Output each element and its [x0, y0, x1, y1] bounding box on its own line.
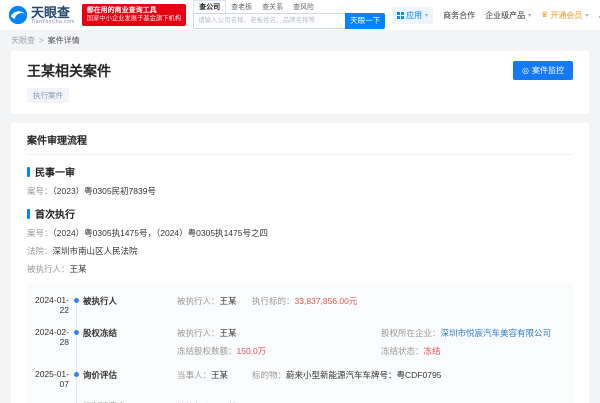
nav-apps-label: 应用	[406, 10, 423, 20]
timeline-event-equity-freeze: 2024-02-28 股权冻结 被执行人：王某 冻结股权数额：150.0万 股权…	[27, 321, 573, 363]
timeline-dot-icon	[73, 372, 79, 377]
search-tab-risk[interactable]: 查风险	[288, 1, 319, 13]
promo-line2: 国家中小企业发展子基金旗下机构	[86, 15, 182, 23]
promo-line1: 都在用的商业查询工具	[86, 6, 157, 14]
apps-grid-icon	[397, 11, 405, 19]
event-date: 2024-01-22	[34, 295, 69, 315]
timeline-event-price-inquiry: 2025-01-07 询价评估 当事人：王某 标的物：蔚来小型新能源汽车车牌号：…	[27, 363, 573, 395]
nav-apps[interactable]: 应用	[392, 6, 434, 24]
section-title: 案件审理流程	[27, 132, 573, 155]
execution-amount: 33,837,856.00元	[294, 296, 358, 306]
event-fields-left: 被执行人：王某	[177, 296, 237, 306]
case-header-card: 王某相关案件 ◎ 案件监控 执行案件	[11, 51, 589, 114]
monitor-target-icon: ◎	[522, 65, 529, 75]
nav-enterprise-label: 企业级产品	[485, 10, 526, 20]
tianyancha-logo[interactable]: 天眼查 TianYanCha.com	[8, 5, 75, 25]
timeline-event-consumption-restriction: 2025-02-07 限制消费令 被执行人：王某	[27, 395, 573, 403]
nav-enterprise-products[interactable]: 企业级产品	[485, 10, 531, 21]
tianyancha-eye-icon	[8, 5, 28, 25]
event-date: 2025-01-07	[34, 369, 69, 389]
stage2-executed-person: 被执行人：王某	[27, 264, 87, 274]
stage2-case-number: 案号：（2024）粤0305执1475号，（2024）粤0305执1475号之四	[27, 228, 268, 238]
event-fields-left: 当事人：王某	[177, 370, 229, 380]
nav-open-vip[interactable]: ♛ 开通会员	[541, 10, 588, 21]
search-input[interactable]	[193, 12, 346, 29]
search-tab-company[interactable]: 查公司	[193, 0, 227, 13]
breadcrumb: 天眼查 > 案件详情	[0, 30, 600, 51]
freeze-status: 冻结	[423, 346, 441, 356]
event-date: 2024-02-28	[34, 327, 69, 347]
nav-vip-label: 开通会员	[550, 10, 583, 20]
timeline-dot-icon	[73, 298, 79, 303]
stage1-case-number: 案号：（2023）粤0305民初7839号	[27, 186, 156, 196]
search-tabs: 查公司 查老板 查关系 查风险	[193, 0, 385, 13]
case-type-tag: 执行案件	[27, 88, 69, 103]
stage2-court: 法院：深圳市南山区人民法院	[27, 246, 138, 256]
event-title: 询价评估	[83, 370, 118, 380]
brand-name: 天眼查	[31, 4, 71, 20]
stage1-name: 民事一审	[35, 168, 75, 179]
stage2-name: 首次执行	[35, 210, 75, 221]
event-title: 被执行人	[83, 296, 118, 306]
top-nav: 应用 商务合作 企业级产品 ♛ 开通会员 超级风...	[392, 6, 600, 24]
case-process-card: 案件审理流程 民事一审 案号：（2023）粤0305民初7839号 首次执行 案…	[11, 123, 589, 403]
stage-accent-bar	[27, 208, 30, 219]
subject-matter: 蔚来小型新能源汽车车牌号：粤CDF0795	[286, 370, 442, 380]
stage-civil-first-trial: 民事一审 案号：（2023）粤0305民初7839号	[27, 164, 573, 197]
frozen-equity-amount: 150.0万	[236, 346, 267, 356]
brand-domain: TianYanCha.com	[31, 18, 75, 25]
search-button[interactable]: 天眼一下	[345, 12, 386, 29]
breadcrumb-separator: >	[39, 36, 44, 45]
execution-timeline: 2024-01-22 被执行人 被执行人：王某 执行标的：33,837,856.…	[27, 284, 573, 403]
event-fields-right: 标的物：蔚来小型新能源汽车车牌号：粤CDF0795	[252, 370, 442, 380]
top-bar: 天眼查 TianYanCha.com 都在用的商业查询工具 国家中小企业发展子基…	[0, 0, 600, 30]
page-title: 王某相关案件	[27, 63, 111, 79]
event-fields-right: 执行标的：33,837,856.00元	[252, 296, 358, 306]
timeline-event-executed-person: 2024-01-22 被执行人 被执行人：王某 执行标的：33,837,856.…	[27, 289, 573, 321]
breadcrumb-home[interactable]: 天眼查	[11, 35, 35, 46]
timeline-dot-icon	[73, 330, 79, 335]
search-widget: 查公司 查老板 查关系 查风险 天眼一下	[193, 0, 386, 29]
search-tab-boss[interactable]: 查老板	[226, 1, 257, 13]
event-fields-right: 股权所在企业：深圳市悦宸汽车美容有限公司 冻结状态：冻结	[381, 328, 552, 356]
nav-business-cooperation[interactable]: 商务合作	[443, 10, 475, 21]
breadcrumb-current: 案件详情	[47, 36, 80, 45]
crown-icon: ♛	[541, 10, 549, 19]
stage-first-execution: 首次执行 案号：（2024）粤0305执1475号，（2024）粤0305执14…	[27, 206, 573, 275]
search-tab-relation[interactable]: 查关系	[257, 1, 288, 13]
logo-text: 天眼查 TianYanCha.com	[31, 6, 75, 25]
event-title: 股权冻结	[83, 328, 118, 338]
company-link[interactable]: 深圳市悦宸汽车美容有限公司	[441, 328, 552, 338]
event-fields-left: 被执行人：王某 冻结股权数额：150.0万	[177, 328, 267, 356]
case-monitor-button[interactable]: ◎ 案件监控	[513, 61, 573, 80]
stage-accent-bar	[27, 166, 30, 177]
promo-banner: 都在用的商业查询工具 国家中小企业发展子基金旗下机构	[81, 3, 187, 27]
monitor-label: 案件监控	[532, 66, 564, 75]
